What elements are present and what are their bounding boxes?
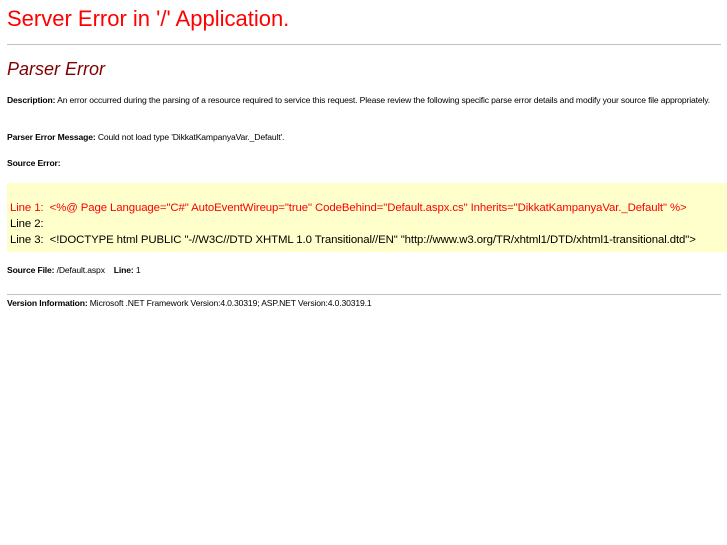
line-number: Line 3: [10,234,44,246]
source-error-label: Source Error: [7,157,61,170]
error-type-heading: Parser Error [7,59,106,79]
parser-error-message-label: Parser Error Message: [7,132,96,142]
description-label: Description: [7,95,56,105]
source-line-2: Line 2: [10,218,50,230]
source-code-block: Line 1: <%@ Page Language="C#" AutoEvent… [7,183,727,252]
line-code: <%@ Page Language="C#" AutoEventWireup="… [49,202,687,214]
version-text: Microsoft .NET Framework Version:4.0.303… [87,298,372,308]
line-label: Line: [113,265,134,275]
line-code: <!DOCTYPE html PUBLIC "-//W3C//DTD XHTML… [49,234,696,246]
description-text: An error occurred during the parsing of … [55,95,711,105]
source-error-label-text: Source Error: [7,158,61,168]
divider [7,44,721,45]
divider [7,294,721,295]
source-file-value: /Default.aspx [54,265,105,275]
version-label: Version Information: [7,298,88,308]
source-file-label: Source File: [7,265,55,275]
parser-error-message: Parser Error Message: Could not load typ… [7,131,284,144]
version-information: Version Information: Microsoft .NET Fram… [7,297,372,310]
description: Description: An error occurred during th… [7,94,721,107]
line-number: Line 2: [10,218,44,230]
line-value: 1 [133,265,141,275]
line-number: Line 1: [10,202,44,214]
parser-error-message-text: Could not load type 'DikkatKampanyaVar._… [95,132,285,142]
source-line-3: Line 3: <!DOCTYPE html PUBLIC "-//W3C//D… [10,234,696,246]
page-title: Server Error in '/' Application. [7,6,290,31]
source-line-1: Line 1: <%@ Page Language="C#" AutoEvent… [10,202,687,214]
source-file-info: Source File: /Default.aspx Line: 1 [7,264,141,277]
